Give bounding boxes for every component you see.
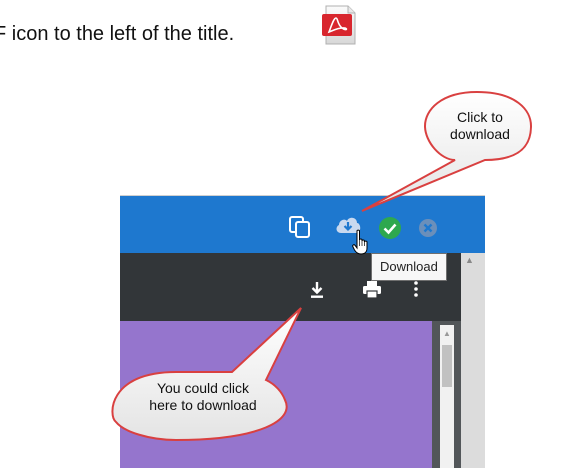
callout-left-line2: here to download <box>149 397 257 413</box>
callout-top-line2: download <box>450 126 510 142</box>
callout-left-bubble <box>111 307 302 442</box>
callout-left: You could click here to download <box>118 380 288 414</box>
callout-left-line1: You could click <box>156 380 250 396</box>
callout-top-line1: Click to <box>457 109 503 125</box>
callout-top: Click to download <box>430 109 530 143</box>
